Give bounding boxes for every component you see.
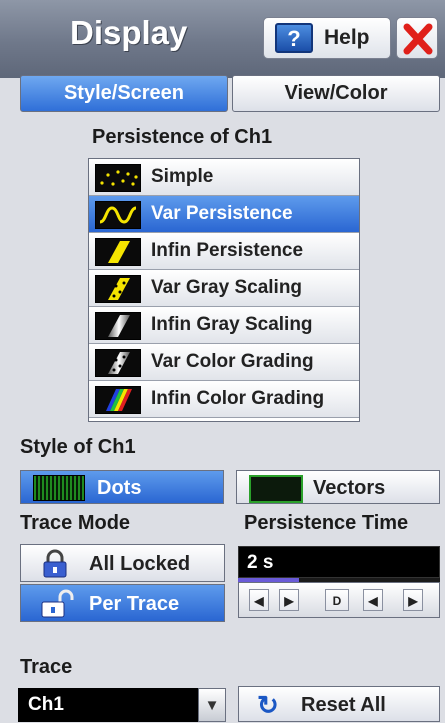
reset-icon: ↻: [257, 690, 279, 720]
persistence-heading: Persistence of Ch1: [92, 126, 273, 148]
decrease-button[interactable]: ◀: [249, 589, 269, 611]
slash-yellow-icon: [95, 238, 141, 266]
persistence-time-controls: ◀ ▶ D ◀ ▶: [238, 582, 440, 618]
option-label: Simple: [151, 166, 214, 187]
gray-dotted-icon: [95, 349, 141, 377]
dots-grid-icon: [33, 475, 85, 501]
dropdown-arrow-icon[interactable]: ▼: [198, 688, 226, 722]
dotted-yellow-icon: [95, 275, 141, 303]
increase-button[interactable]: ▶: [279, 589, 299, 611]
help-icon: ?: [275, 23, 313, 53]
dots-label: Dots: [97, 477, 142, 499]
option-label: Var Gray Scaling: [151, 277, 303, 298]
persistence-option-infin-gray-scaling[interactable]: Infin Gray Scaling: [89, 307, 359, 344]
option-label: Infin Persistence: [151, 240, 304, 261]
vectors-icon: [249, 475, 303, 503]
coarse-decrease-button[interactable]: ◀: [363, 589, 383, 611]
tab-view-color[interactable]: View/Color: [232, 75, 440, 112]
trace-mode-heading: Trace Mode: [20, 512, 131, 534]
persistence-option-infin-persistence[interactable]: Infin Persistence: [89, 233, 359, 270]
gray-scale-icon: [95, 312, 141, 340]
close-button[interactable]: [396, 17, 438, 59]
option-label: Var Color Grading: [151, 351, 314, 372]
option-label: Infin Color Grading: [151, 388, 325, 409]
coarse-increase-button[interactable]: ▶: [403, 589, 423, 611]
wave-icon: [95, 201, 141, 229]
default-button[interactable]: D: [325, 589, 349, 611]
close-icon: [403, 23, 433, 55]
unlock-icon: [41, 589, 74, 618]
tab-style-screen[interactable]: Style/Screen: [20, 75, 228, 112]
persistence-option-infin-color-grading[interactable]: Infin Color Grading: [89, 381, 359, 418]
persistence-time-input[interactable]: 2 s: [238, 546, 440, 578]
help-label: Help: [324, 26, 370, 49]
per-trace-button[interactable]: Per Trace: [20, 584, 225, 622]
all-locked-button[interactable]: All Locked: [20, 544, 225, 582]
lock-icon: [43, 549, 67, 578]
help-button[interactable]: ? Help: [263, 17, 391, 59]
persistence-list: Simple Var Persistence Infin Persistence…: [88, 158, 360, 422]
option-label: Infin Gray Scaling: [151, 314, 313, 335]
reset-all-button[interactable]: ↻ Reset All: [238, 686, 440, 722]
dots-icon: [95, 164, 141, 192]
persistence-option-var-color-grading[interactable]: Var Color Grading: [89, 344, 359, 381]
persistence-time-heading: Persistence Time: [244, 512, 409, 534]
reset-all-label: Reset All: [301, 694, 386, 716]
panel-title: Display: [70, 14, 188, 51]
persistence-option-var-persistence[interactable]: Var Persistence: [89, 196, 359, 233]
dots-button[interactable]: Dots: [20, 470, 224, 504]
all-locked-label: All Locked: [89, 553, 191, 575]
vectors-button[interactable]: Vectors: [236, 470, 440, 504]
trace-select[interactable]: Ch1: [18, 688, 198, 722]
persistence-option-simple[interactable]: Simple: [89, 159, 359, 196]
trace-heading: Trace: [20, 656, 73, 678]
option-label: Var Persistence: [151, 203, 293, 224]
color-grading-icon: [95, 386, 141, 414]
style-heading: Style of Ch1: [20, 436, 136, 458]
vectors-label: Vectors: [313, 477, 386, 499]
persistence-option-var-gray-scaling[interactable]: Var Gray Scaling: [89, 270, 359, 307]
per-trace-label: Per Trace: [89, 593, 180, 615]
